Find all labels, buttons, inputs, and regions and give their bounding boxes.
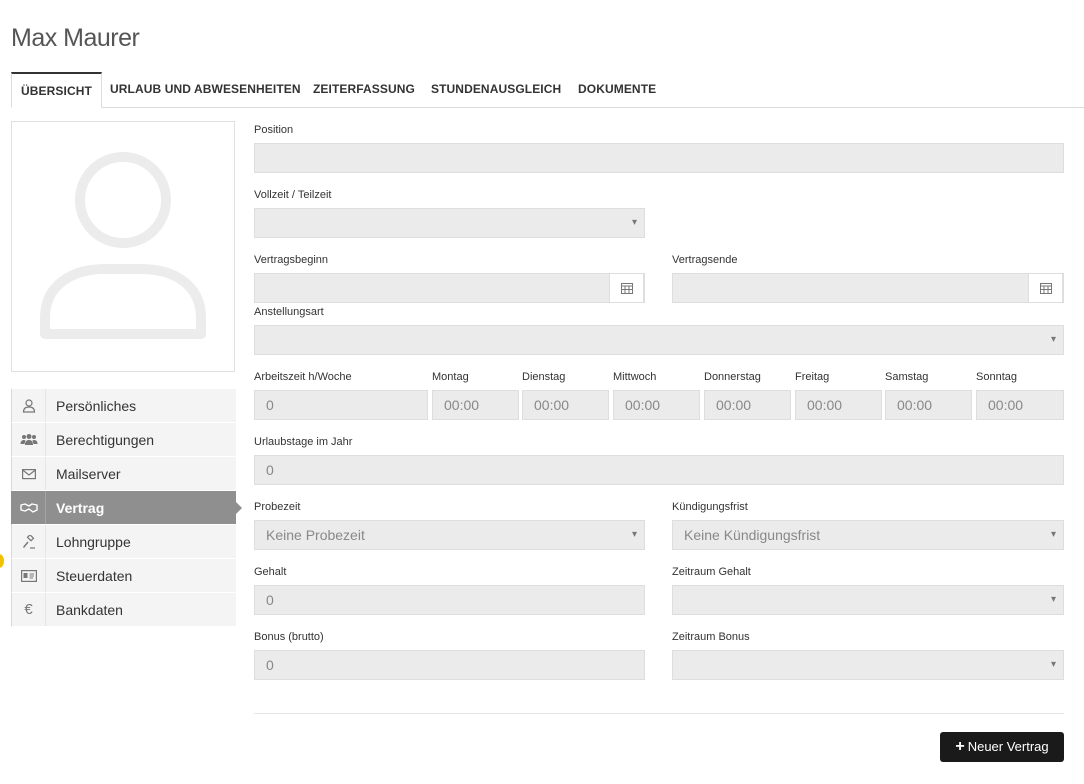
vertragsende-input[interactable] (672, 273, 1064, 303)
day-input-sonntag[interactable]: 00:00 (976, 390, 1064, 420)
cursor-indicator (0, 554, 4, 568)
handshake-icon (12, 491, 46, 524)
day-label-sonntag: Sonntag (976, 371, 1017, 383)
new-contract-label: Neuer Vertrag (967, 739, 1049, 754)
day-label-freitag: Freitag (795, 371, 830, 383)
zeitraum-gehalt-label: Zeitraum Gehalt (672, 566, 751, 578)
gehalt-input[interactable]: 0 (254, 585, 645, 615)
day-input-donnerstag[interactable]: 00:00 (704, 390, 791, 420)
plus-icon: + (955, 738, 965, 755)
euro-icon: € (12, 593, 46, 626)
sidebar-item-label: Mailserver (56, 466, 121, 482)
avatar (11, 121, 235, 372)
sidebar-item-steuerdaten[interactable]: Steuerdaten (11, 559, 236, 593)
bonus-label: Bonus (brutto) (254, 631, 324, 643)
day-label-mittwoch: Mittwoch (613, 371, 657, 383)
position-input[interactable] (254, 143, 1064, 173)
sidebar-nav: Persönliches Berechtigungen Mailserver V… (11, 389, 242, 627)
tab-uebersicht[interactable]: ÜBERSICHT (11, 72, 102, 108)
id-card-icon (12, 559, 46, 592)
sidebar-item-label: Steuerdaten (56, 568, 133, 584)
sidebar-item-label: Lohngruppe (56, 534, 131, 550)
tab-zeiterfassung[interactable]: ZEITERFASSUNG (304, 72, 424, 107)
envelope-icon (12, 457, 46, 490)
day-label-samstag: Samstag (885, 371, 929, 383)
arbeitszeit-input[interactable]: 0 (254, 390, 428, 420)
position-label: Position (254, 124, 294, 136)
users-icon (12, 423, 46, 456)
gavel-icon (12, 525, 46, 558)
probezeit-select[interactable]: Keine Probezeit (254, 520, 645, 550)
day-input-freitag[interactable]: 00:00 (795, 390, 882, 420)
calendar-icon[interactable] (609, 273, 644, 303)
sidebar-item-vertrag[interactable]: Vertrag (11, 491, 242, 525)
user-placeholder-icon (40, 152, 206, 339)
sidebar-item-label: Berechtigungen (56, 432, 155, 448)
vertragsbeginn-input[interactable] (254, 273, 645, 303)
sidebar-item-persoenliches[interactable]: Persönliches (11, 389, 236, 423)
tab-urlaub[interactable]: URLAUB UND ABWESENHEITEN (101, 72, 310, 107)
urlaubstage-input[interactable]: 0 (254, 455, 1064, 485)
new-contract-button[interactable]: + Neuer Vertrag (940, 732, 1064, 762)
sidebar-item-label: Persönliches (56, 398, 137, 414)
anstellungsart-label: Anstellungsart (254, 306, 324, 318)
day-input-samstag[interactable]: 00:00 (885, 390, 972, 420)
urlaubstage-label: Urlaubstage im Jahr (254, 436, 353, 448)
gehalt-label: Gehalt (254, 566, 287, 578)
tab-dokumente[interactable]: DOKUMENTE (569, 72, 665, 107)
anstellungsart-select[interactable] (254, 325, 1064, 355)
day-input-dienstag[interactable]: 00:00 (522, 390, 609, 420)
day-label-dienstag: Dienstag (522, 371, 566, 383)
tab-stundenausgleich[interactable]: STUNDENAUSGLEICH (422, 72, 570, 107)
sidebar-item-lohngruppe[interactable]: Lohngruppe (11, 525, 236, 559)
sidebar-item-bankdaten[interactable]: € Bankdaten (11, 593, 236, 627)
day-input-mittwoch[interactable]: 00:00 (613, 390, 700, 420)
page-title: Max Maurer (11, 24, 140, 52)
kuendigungsfrist-select[interactable]: Keine Kündigungsfrist (672, 520, 1064, 550)
vollzeit-select[interactable] (254, 208, 645, 238)
zeitraum-bonus-label: Zeitraum Bonus (672, 631, 750, 643)
bonus-input[interactable]: 0 (254, 650, 645, 680)
probezeit-label: Probezeit (254, 501, 301, 513)
divider (254, 713, 1064, 714)
day-label-donnerstag: Donnerstag (704, 371, 761, 383)
calendar-icon[interactable] (1028, 273, 1063, 303)
vertragsende-label: Vertragsende (672, 254, 738, 266)
zeitraum-gehalt-select[interactable] (672, 585, 1064, 615)
vollzeit-label: Vollzeit / Teilzeit (254, 189, 332, 201)
arbeitszeit-label: Arbeitszeit h/Woche (254, 371, 352, 383)
sidebar-item-label: Vertrag (56, 500, 105, 516)
tab-bar: ÜBERSICHT URLAUB UND ABWESENHEITEN ZEITE… (11, 72, 1084, 108)
day-input-montag[interactable]: 00:00 (432, 390, 519, 420)
kuendigungsfrist-label: Kündigungsfrist (672, 501, 748, 513)
vertragsbeginn-label: Vertragsbeginn (254, 254, 328, 266)
sidebar-item-mailserver[interactable]: Mailserver (11, 457, 236, 491)
user-icon (12, 389, 46, 422)
sidebar-item-berechtigungen[interactable]: Berechtigungen (11, 423, 236, 457)
zeitraum-bonus-select[interactable] (672, 650, 1064, 680)
day-label-montag: Montag (432, 371, 469, 383)
sidebar-item-label: Bankdaten (56, 602, 123, 618)
